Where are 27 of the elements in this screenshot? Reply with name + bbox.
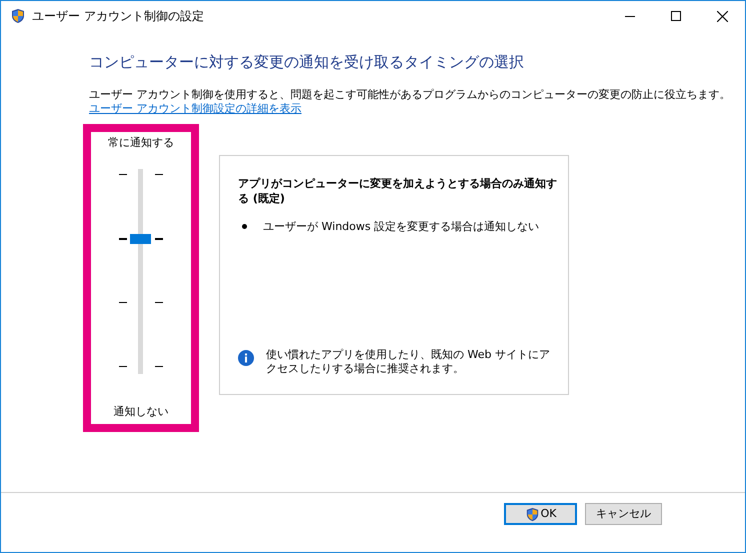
tick-mark	[155, 238, 163, 240]
window-title: ユーザー アカウント制御の設定	[32, 8, 204, 25]
tick-mark	[155, 302, 163, 303]
slider[interactable]	[119, 169, 163, 374]
bullet-text: ユーザーが Windows 設定を変更する場合は通知しない	[263, 220, 540, 234]
maximize-icon	[671, 11, 681, 21]
tick-mark	[155, 174, 163, 175]
panel-title: アプリがコンピューターに変更を加えようとする場合のみ通知する (既定)	[238, 176, 558, 206]
close-icon	[716, 10, 728, 22]
slider-bottom-label: 通知しない	[114, 404, 168, 420]
shield-icon	[10, 8, 26, 24]
bullet-icon	[242, 224, 247, 228]
description: ユーザー アカウント制御を使用すると、問題を起こす可能性があるプログラムからのコンピューターの変更の防止に役立ちます。	[89, 88, 732, 102]
info-icon	[238, 350, 254, 366]
shield-icon	[524, 506, 540, 522]
tick-mark	[155, 366, 163, 367]
details-link[interactable]: ユーザー アカウント制御設定の詳細を表示	[89, 102, 302, 114]
info-note: 使い慣れたアプリを使用したり、既知の Web サイトにアクセスしたりする場合に推奨されます。	[266, 348, 551, 376]
ok-button[interactable]: OK	[504, 503, 577, 525]
cancel-button[interactable]: キャンセル	[585, 503, 662, 525]
tick-mark	[119, 366, 127, 367]
slider-thumb[interactable]	[130, 234, 151, 244]
tick-mark	[119, 174, 127, 175]
slider-top-label: 常に通知する	[108, 134, 174, 150]
heading: コンピューターに対する変更の通知を受け取るタイミングの選択	[89, 52, 525, 73]
tick-mark	[119, 238, 127, 240]
tick-mark	[119, 302, 127, 303]
